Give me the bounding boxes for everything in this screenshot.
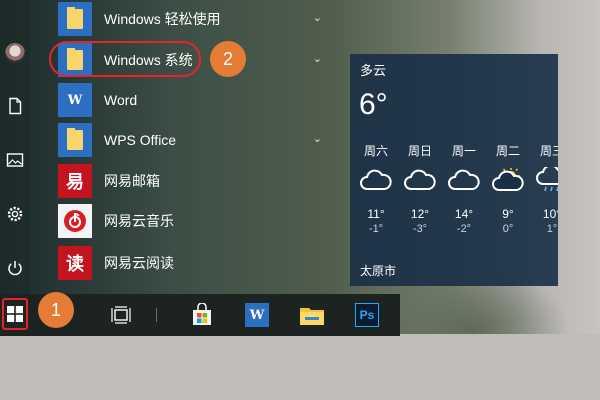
app-label: WPS Office bbox=[104, 132, 177, 148]
forecast-high: 12° bbox=[410, 207, 430, 221]
forecast-day: 周六 11° -1° bbox=[356, 142, 396, 235]
forecast-day-name: 周三 bbox=[539, 144, 558, 158]
forecast-low: -2° bbox=[456, 223, 472, 235]
folder-icon bbox=[67, 128, 83, 150]
forecast-day: 周三 10° 1° bbox=[532, 142, 558, 235]
app-item-netease-music[interactable]: 网易云音乐 bbox=[56, 201, 340, 241]
netease-music-tile bbox=[58, 204, 92, 238]
chevron-down-icon[interactable]: ⌄ bbox=[313, 132, 322, 145]
app-label: 网易云阅读 bbox=[104, 255, 174, 271]
app-label: 网易邮箱 bbox=[104, 173, 160, 189]
netease-reader-tile: 读 bbox=[58, 246, 92, 280]
photoshop-button[interactable]: Ps bbox=[352, 300, 382, 330]
bottom-strip bbox=[0, 334, 600, 400]
word-icon: W bbox=[67, 92, 83, 108]
netease-reader-icon: 读 bbox=[66, 254, 84, 274]
forecast-day: 周二 9° 0° bbox=[488, 142, 528, 235]
forecast-day-name: 周日 bbox=[407, 144, 432, 158]
taskbar-separator bbox=[156, 308, 157, 322]
file-explorer-icon bbox=[300, 308, 324, 325]
rain-icon bbox=[536, 167, 558, 192]
app-label: Windows 轻松使用 bbox=[104, 11, 221, 27]
folder-tile bbox=[58, 123, 92, 157]
task-view-icon bbox=[111, 306, 131, 324]
start-button[interactable] bbox=[2, 298, 28, 330]
chevron-down-icon[interactable]: ⌄ bbox=[313, 11, 322, 24]
cloud-icon bbox=[360, 169, 392, 190]
step-badge-1: 1 bbox=[38, 292, 74, 328]
partly-sunny-icon bbox=[492, 168, 524, 191]
photoshop-icon: Ps bbox=[355, 303, 379, 327]
forecast-day-name: 周六 bbox=[363, 144, 388, 158]
forecast-high: 11° bbox=[367, 207, 385, 221]
pictures-icon bbox=[6, 153, 24, 167]
word-taskbar-button[interactable]: W bbox=[242, 300, 272, 330]
weather-tile[interactable]: 多云 6° 周六 11° -1° 周日 12° -3° 周一 14° -2° 周… bbox=[350, 54, 558, 286]
forecast-low: 1° bbox=[546, 223, 558, 235]
forecast-day-name: 周二 bbox=[495, 144, 520, 158]
forecast-day-name: 周一 bbox=[451, 144, 476, 158]
step-badge-2: 2 bbox=[210, 41, 246, 77]
netease-mail-icon: 易 bbox=[66, 172, 84, 192]
file-explorer-button[interactable] bbox=[297, 300, 327, 330]
power-button[interactable] bbox=[0, 253, 30, 283]
forecast-day: 周日 12° -3° bbox=[400, 142, 440, 235]
cloud-icon bbox=[404, 169, 436, 190]
avatar bbox=[5, 43, 25, 63]
user-avatar[interactable] bbox=[0, 38, 30, 68]
forecast-high: 14° bbox=[454, 207, 474, 221]
app-label: 网易云音乐 bbox=[104, 213, 174, 229]
app-item-netease-mail[interactable]: 易 网易邮箱 bbox=[56, 161, 340, 201]
settings-button[interactable] bbox=[0, 199, 30, 229]
netease-mail-tile: 易 bbox=[58, 164, 92, 198]
forecast-high: 10° bbox=[542, 207, 558, 221]
forecast-low: -3° bbox=[412, 223, 428, 235]
folder-tile bbox=[58, 2, 92, 36]
pictures-button[interactable] bbox=[0, 145, 30, 175]
folder-icon bbox=[67, 7, 83, 29]
forecast-low: 0° bbox=[502, 223, 514, 235]
app-item-word[interactable]: W Word bbox=[56, 80, 340, 120]
netease-music-icon bbox=[64, 210, 86, 232]
app-item-wps-office[interactable]: WPS Office ⌄ bbox=[56, 120, 340, 160]
forecast-low: -1° bbox=[368, 223, 384, 235]
store-icon bbox=[193, 303, 211, 325]
forecast-high: 9° bbox=[502, 207, 514, 221]
cloud-icon bbox=[448, 169, 480, 190]
weather-temperature: 6° bbox=[359, 88, 388, 121]
power-icon bbox=[8, 261, 22, 276]
settings-icon bbox=[7, 206, 23, 222]
chevron-down-icon[interactable]: ⌄ bbox=[313, 52, 322, 65]
task-view-button[interactable] bbox=[106, 300, 136, 330]
start-icon bbox=[7, 306, 23, 322]
word-icon: W bbox=[245, 303, 269, 327]
app-item-windows-ease-of-access[interactable]: Windows 轻松使用 ⌄ bbox=[56, 0, 340, 39]
word-tile: W bbox=[58, 83, 92, 117]
document-icon bbox=[9, 97, 22, 115]
weather-condition: 多云 bbox=[360, 63, 387, 78]
app-label: Word bbox=[104, 92, 138, 108]
documents-button[interactable] bbox=[0, 91, 30, 121]
store-button[interactable] bbox=[187, 300, 217, 330]
app-item-netease-reader[interactable]: 读 网易云阅读 bbox=[56, 243, 340, 283]
forecast-day: 周一 14° -2° bbox=[444, 142, 484, 235]
start-left-rail bbox=[0, 0, 30, 334]
highlight-oval-windows-system bbox=[49, 41, 201, 77]
weather-city: 太原市 bbox=[360, 264, 397, 278]
